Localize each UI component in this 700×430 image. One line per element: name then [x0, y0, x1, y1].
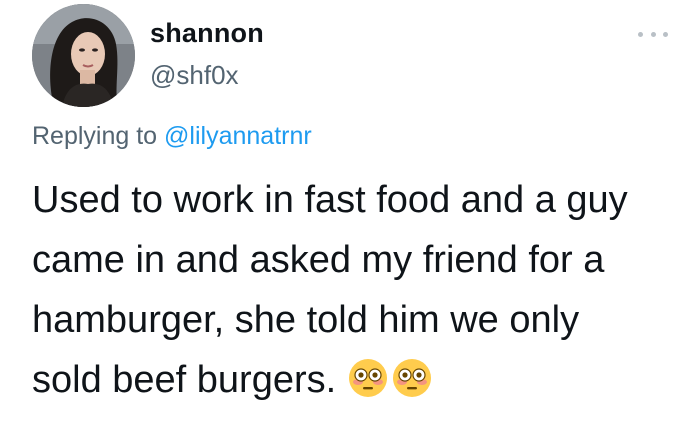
- author-display-name[interactable]: shannon: [150, 18, 264, 49]
- profile-photo-icon: [32, 4, 135, 107]
- flushed-face-emoji-icon: [393, 358, 432, 397]
- author-handle[interactable]: @shf0x: [150, 60, 239, 91]
- tweet-card: shannon @shf0x Replying to @lilyannatrnr…: [0, 0, 700, 430]
- reply-context: Replying to @lilyannatrnr: [32, 122, 312, 151]
- tweet-text: Used to work in fast food and a guy came…: [32, 170, 692, 410]
- ellipsis-icon[interactable]: [638, 24, 668, 44]
- tweet-text-last-line: sold beef burgers.: [32, 350, 692, 410]
- tweet-text-line: sold beef burgers.: [32, 359, 337, 401]
- ellipsis-dot: [650, 31, 656, 37]
- ellipsis-dot: [638, 31, 643, 37]
- ellipsis-dot: [663, 31, 668, 37]
- author-avatar[interactable]: [32, 4, 135, 107]
- tweet-text-line: hamburger, she told him we only: [32, 299, 580, 341]
- flushed-face-emoji-icon: [349, 358, 388, 397]
- reply-mention-link[interactable]: @lilyannatrnr: [164, 122, 312, 150]
- tweet-text-line: came in and asked my friend for a: [32, 239, 605, 281]
- reply-prefix: Replying to: [32, 122, 158, 150]
- tweet-text-line: Used to work in fast food and a guy: [32, 179, 628, 221]
